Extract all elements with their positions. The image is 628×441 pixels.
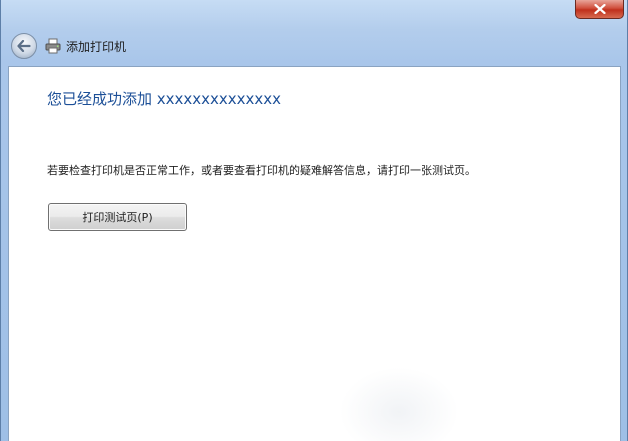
back-button[interactable] bbox=[11, 33, 37, 59]
print-test-page-button[interactable]: 打印测试页(P) bbox=[48, 203, 187, 231]
back-arrow-icon bbox=[17, 40, 31, 52]
close-x-icon bbox=[593, 4, 606, 14]
content-panel: 您已经成功添加 xxxxxxxxxxxxxx 若要检查打印机是否正常工作，或者要… bbox=[8, 66, 621, 441]
window-title: 添加打印机 bbox=[66, 40, 127, 54]
success-heading: 您已经成功添加 xxxxxxxxxxxxxx bbox=[47, 90, 282, 108]
add-printer-window: 添加打印机 您已经成功添加 xxxxxxxxxxxxxx 若要检查打印机是否正常… bbox=[0, 0, 628, 441]
test-page-instructions: 若要检查打印机是否正常工作，或者要查看打印机的疑难解答信息，请打印一张测试页。 bbox=[47, 164, 476, 177]
background-smudge bbox=[339, 367, 459, 441]
close-button[interactable] bbox=[575, 0, 624, 19]
navigation-bar: 添加打印机 bbox=[1, 30, 628, 62]
printer-icon bbox=[45, 38, 61, 54]
